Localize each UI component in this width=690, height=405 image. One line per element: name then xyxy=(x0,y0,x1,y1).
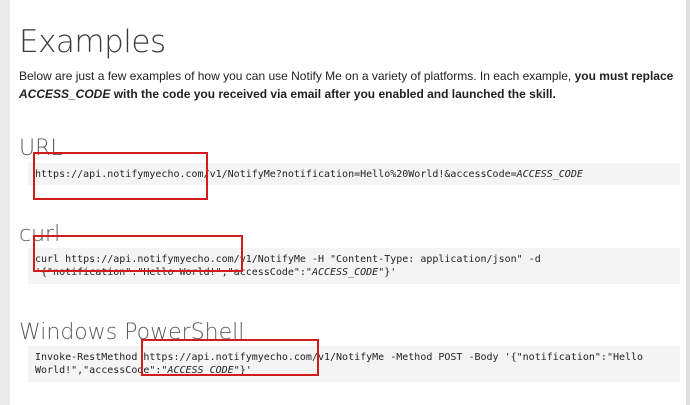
page-title: Examples xyxy=(19,24,166,60)
code-block-powershell[interactable]: Invoke-RestMethod https://api.notifymyec… xyxy=(28,346,680,382)
code-block-url[interactable]: https://api.notifymyecho.com/v1/NotifyMe… xyxy=(28,163,680,185)
page-scrollbar[interactable] xyxy=(686,0,690,405)
section-heading-url: URL xyxy=(19,136,63,161)
page-content: Examples Below are just a few examples o… xyxy=(10,0,690,405)
access-code-placeholder: ACCESS_CODE xyxy=(19,87,111,101)
section-heading-powershell: Windows PowerShell xyxy=(19,320,245,345)
intro-text: Below are just a few examples of how you… xyxy=(19,69,575,83)
intro-paragraph: Below are just a few examples of how you… xyxy=(19,67,687,103)
section-heading-curl: curl xyxy=(19,222,61,247)
code-block-curl[interactable]: curl https://api.notifymyecho.com/v1/Not… xyxy=(28,248,680,284)
